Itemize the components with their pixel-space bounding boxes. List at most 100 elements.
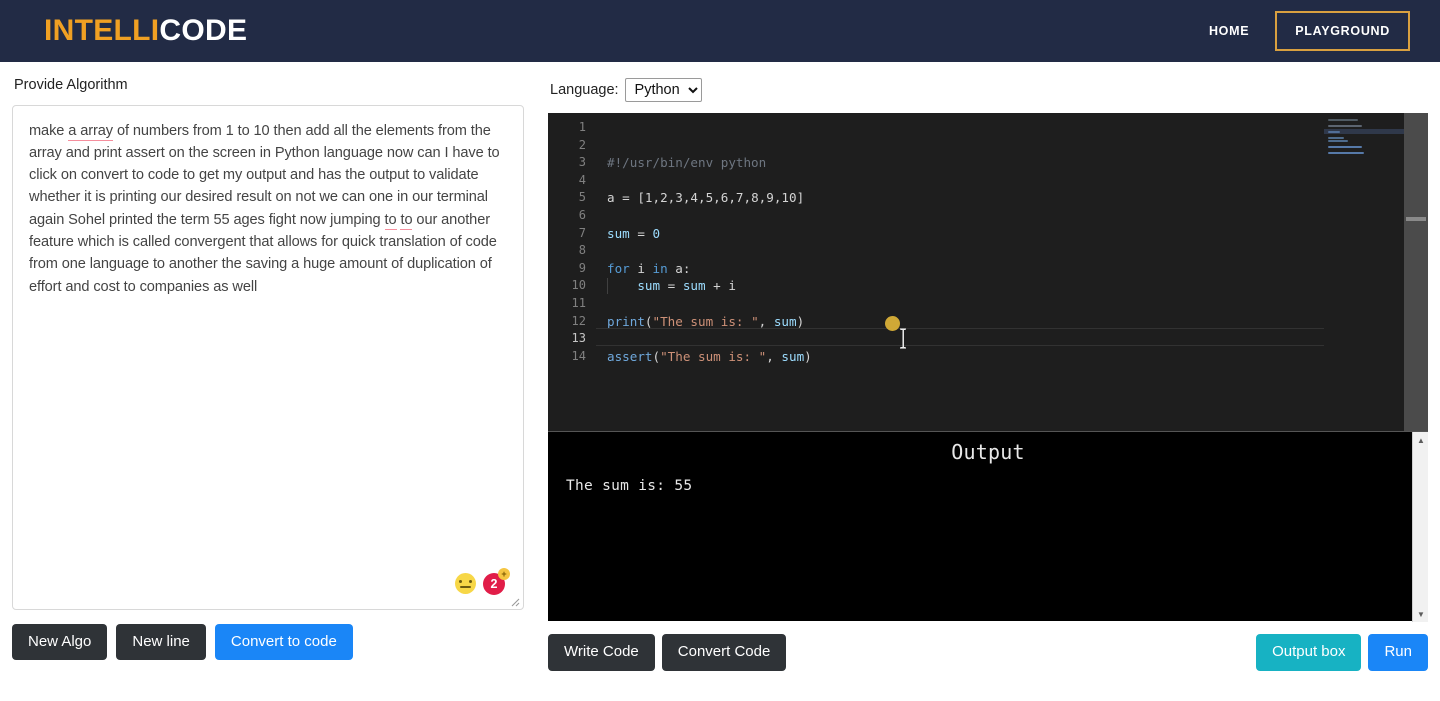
code-line[interactable]: sum = sum + i (607, 277, 1428, 295)
editor-vertical-scrollbar[interactable] (1404, 113, 1428, 431)
code-line[interactable] (607, 137, 1428, 155)
editor-scrollbar-thumb[interactable] (1406, 217, 1426, 221)
minimap-line (1328, 137, 1344, 139)
code-panel: Language: Python 1 2 3 4 5 6 7 8 9 10 11 12 13 14 #!/… (548, 62, 1440, 701)
code-token: = (660, 278, 683, 294)
code-line[interactable]: print("The sum is: ", sum) (607, 313, 1428, 331)
code-token: print (607, 313, 645, 329)
code-token: 0 (652, 225, 661, 241)
new-algo-button[interactable]: New Algo (12, 623, 108, 660)
output-vertical-scrollbar[interactable]: ▲ ▼ (1412, 432, 1428, 622)
new-line-button[interactable]: New line (116, 623, 206, 660)
line-number: 6 (578, 207, 586, 222)
line-number: 2 (578, 137, 586, 152)
convert-code-button[interactable]: Convert Code (661, 634, 787, 671)
code-token: , (758, 313, 774, 329)
textarea-resize-handle[interactable] (508, 595, 520, 607)
code-token: + i (705, 278, 736, 294)
code-actions-right: Output box Run (1256, 634, 1428, 671)
scroll-down-arrow-icon[interactable]: ▼ (1413, 606, 1429, 622)
code-line[interactable]: a = [1,2,3,4,5,6,7,8,9,10] (607, 189, 1428, 207)
line-number: 7 (578, 225, 586, 240)
code-token: = (629, 225, 653, 241)
code-editor[interactable]: 1 2 3 4 5 6 7 8 9 10 11 12 13 14 #!/usr/bin/env pytho… (548, 113, 1428, 431)
algorithm-textarea[interactable]: make a array of numbers from 1 to 10 the… (12, 104, 524, 610)
code-token: = (614, 190, 638, 206)
code-token: sum (682, 278, 706, 294)
code-token: a: (667, 260, 691, 276)
minimap-line (1328, 152, 1364, 154)
code-token: for (607, 260, 630, 276)
code-token: sum (773, 313, 797, 329)
grammar-error-to-1[interactable]: to (384, 211, 397, 230)
code-token: ( (644, 313, 653, 329)
code-token: #!/usr/bin/env python (607, 155, 767, 171)
grammar-error-a-array[interactable]: a array (68, 122, 113, 141)
write-code-button[interactable]: Write Code (548, 634, 655, 671)
line-number: 12 (571, 313, 586, 328)
output-box-button[interactable]: Output box (1256, 634, 1362, 671)
code-line[interactable] (607, 330, 1428, 348)
line-number: 3 (578, 155, 586, 170)
minimap-line (1328, 119, 1358, 121)
code-line[interactable] (607, 207, 1428, 225)
code-token: ( (652, 348, 661, 364)
brand-logo-code: CODE (159, 14, 248, 47)
language-label: Language: (550, 82, 619, 98)
code-token: sum (607, 225, 630, 241)
code-token: "The sum is: " (660, 348, 767, 364)
top-header: INTELLICODE HOME PLAYGROUND (0, 0, 1440, 62)
language-select[interactable]: Python (624, 78, 702, 102)
line-number: 10 (571, 278, 586, 293)
code-token: ) (804, 348, 812, 364)
code-line[interactable]: assert("The sum is: ", sum) (607, 348, 1428, 366)
minimap-line (1328, 140, 1348, 142)
language-selector-row: Language: Python (548, 78, 1428, 102)
code-line[interactable] (607, 119, 1428, 137)
grammar-alert-badge[interactable]: 2 + (483, 567, 510, 595)
nav-link-home[interactable]: HOME (1209, 24, 1249, 38)
output-text: The sum is: 55 (566, 478, 693, 494)
code-token: sum (637, 278, 661, 294)
minimap-slider[interactable] (1324, 129, 1404, 134)
line-number: 4 (578, 172, 586, 187)
algorithm-panel: Provide Algorithm make a array of number… (0, 62, 548, 701)
code-line[interactable]: #!/usr/bin/env python (607, 154, 1428, 172)
code-token: assert (607, 348, 653, 364)
code-line[interactable] (607, 242, 1428, 260)
minimap-line (1328, 146, 1362, 148)
editor-minimap[interactable] (1324, 113, 1404, 431)
neutral-face-icon[interactable] (455, 573, 476, 594)
main-content: Provide Algorithm make a array of number… (0, 62, 1440, 701)
run-button[interactable]: Run (1368, 634, 1428, 671)
editor-code-area[interactable]: #!/usr/bin/env python a = [1,2,3,4,5,6,7,… (596, 113, 1428, 431)
algorithm-actions: New Algo New line Convert to code (12, 623, 548, 660)
convert-to-code-button[interactable]: Convert to code (214, 623, 353, 660)
brand-logo[interactable]: INTELLICODE (44, 14, 247, 48)
code-line[interactable] (607, 295, 1428, 313)
code-actions-left: Write Code Convert Code (548, 634, 787, 671)
scroll-up-arrow-icon[interactable]: ▲ (1413, 432, 1429, 448)
line-number: 11 (571, 295, 586, 310)
algo-text-part-1: make (29, 122, 69, 139)
output-title: Output (951, 440, 1025, 464)
editor-line-numbers: 1 2 3 4 5 6 7 8 9 10 11 12 13 14 (548, 113, 596, 431)
line-number: 13 (571, 331, 586, 346)
provide-algorithm-label: Provide Algorithm (14, 77, 128, 93)
grammar-assistant-widget[interactable]: 2 + (455, 567, 510, 595)
main-navigation: HOME PLAYGROUND (1209, 11, 1410, 51)
brand-logo-intelli: INTELLI (44, 14, 160, 47)
line-number: 8 (578, 243, 586, 258)
code-token: i (629, 260, 653, 276)
output-console: Output The sum is: 55 ▲ ▼ (548, 431, 1428, 622)
code-token: [1,2,3,4,5,6,7,8,9,10] (637, 190, 805, 206)
grammar-error-to-2[interactable]: to (400, 211, 413, 230)
code-line[interactable]: for i in a: (607, 260, 1428, 278)
code-actions: Write Code Convert Code Output box Run (548, 634, 1428, 671)
code-line[interactable]: sum = 0 (607, 225, 1428, 243)
code-line[interactable] (607, 172, 1428, 190)
indent-guide (607, 278, 608, 295)
line-number: 1 (578, 120, 586, 134)
nav-button-playground[interactable]: PLAYGROUND (1275, 11, 1410, 51)
